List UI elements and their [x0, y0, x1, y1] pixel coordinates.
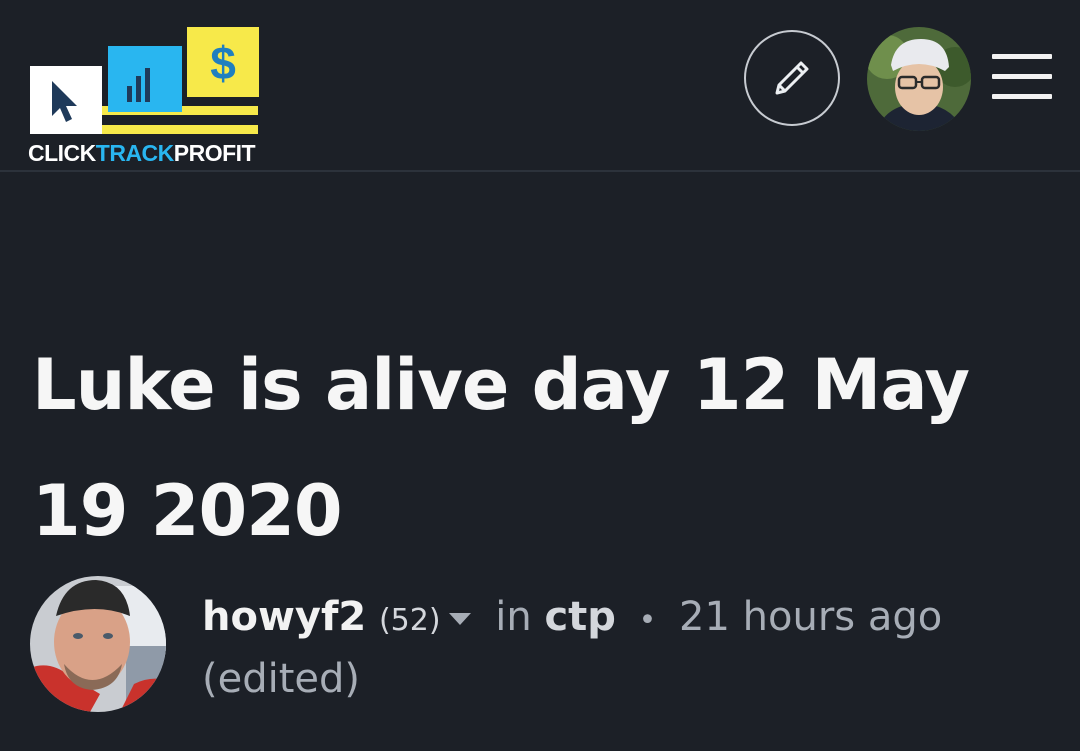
author-avatar-photo: [30, 576, 166, 712]
create-post-button[interactable]: [744, 30, 840, 126]
menu-line-icon: [992, 74, 1052, 79]
author-name-link[interactable]: howyf2: [202, 594, 366, 640]
user-avatar-photo: [867, 27, 971, 131]
edited-label: (edited): [202, 656, 361, 702]
author-reputation: (52): [378, 603, 441, 638]
meta-separator: •: [638, 603, 657, 638]
top-navigation-bar: $ CLICKTRACKPROFIT: [0, 0, 1080, 172]
community-link[interactable]: ctp: [544, 594, 615, 640]
post-title: Luke is alive day 12 May 19 2020: [32, 344, 970, 552]
logo-wordmark: CLICKTRACKPROFIT: [28, 140, 256, 166]
post-meta: howyf2 (52) in ctp • 21 hours ago (edite…: [202, 588, 962, 708]
menu-line-icon: [992, 94, 1052, 99]
hamburger-menu-button[interactable]: [992, 54, 1054, 106]
clicktrackprofit-logo[interactable]: $ CLICKTRACKPROFIT: [28, 24, 264, 170]
in-label: in: [495, 594, 532, 640]
pencil-icon: [775, 61, 809, 95]
author-menu-caret-icon[interactable]: [448, 613, 471, 625]
logo-graphic: $: [30, 27, 259, 134]
post-time[interactable]: 21 hours ago: [679, 594, 942, 640]
author-avatar[interactable]: [30, 576, 166, 712]
dollar-sign: $: [210, 37, 236, 89]
menu-line-icon: [992, 54, 1052, 59]
user-avatar[interactable]: [867, 27, 971, 131]
page: $ CLICKTRACKPROFIT Luke is alive day 12 …: [0, 0, 1080, 751]
